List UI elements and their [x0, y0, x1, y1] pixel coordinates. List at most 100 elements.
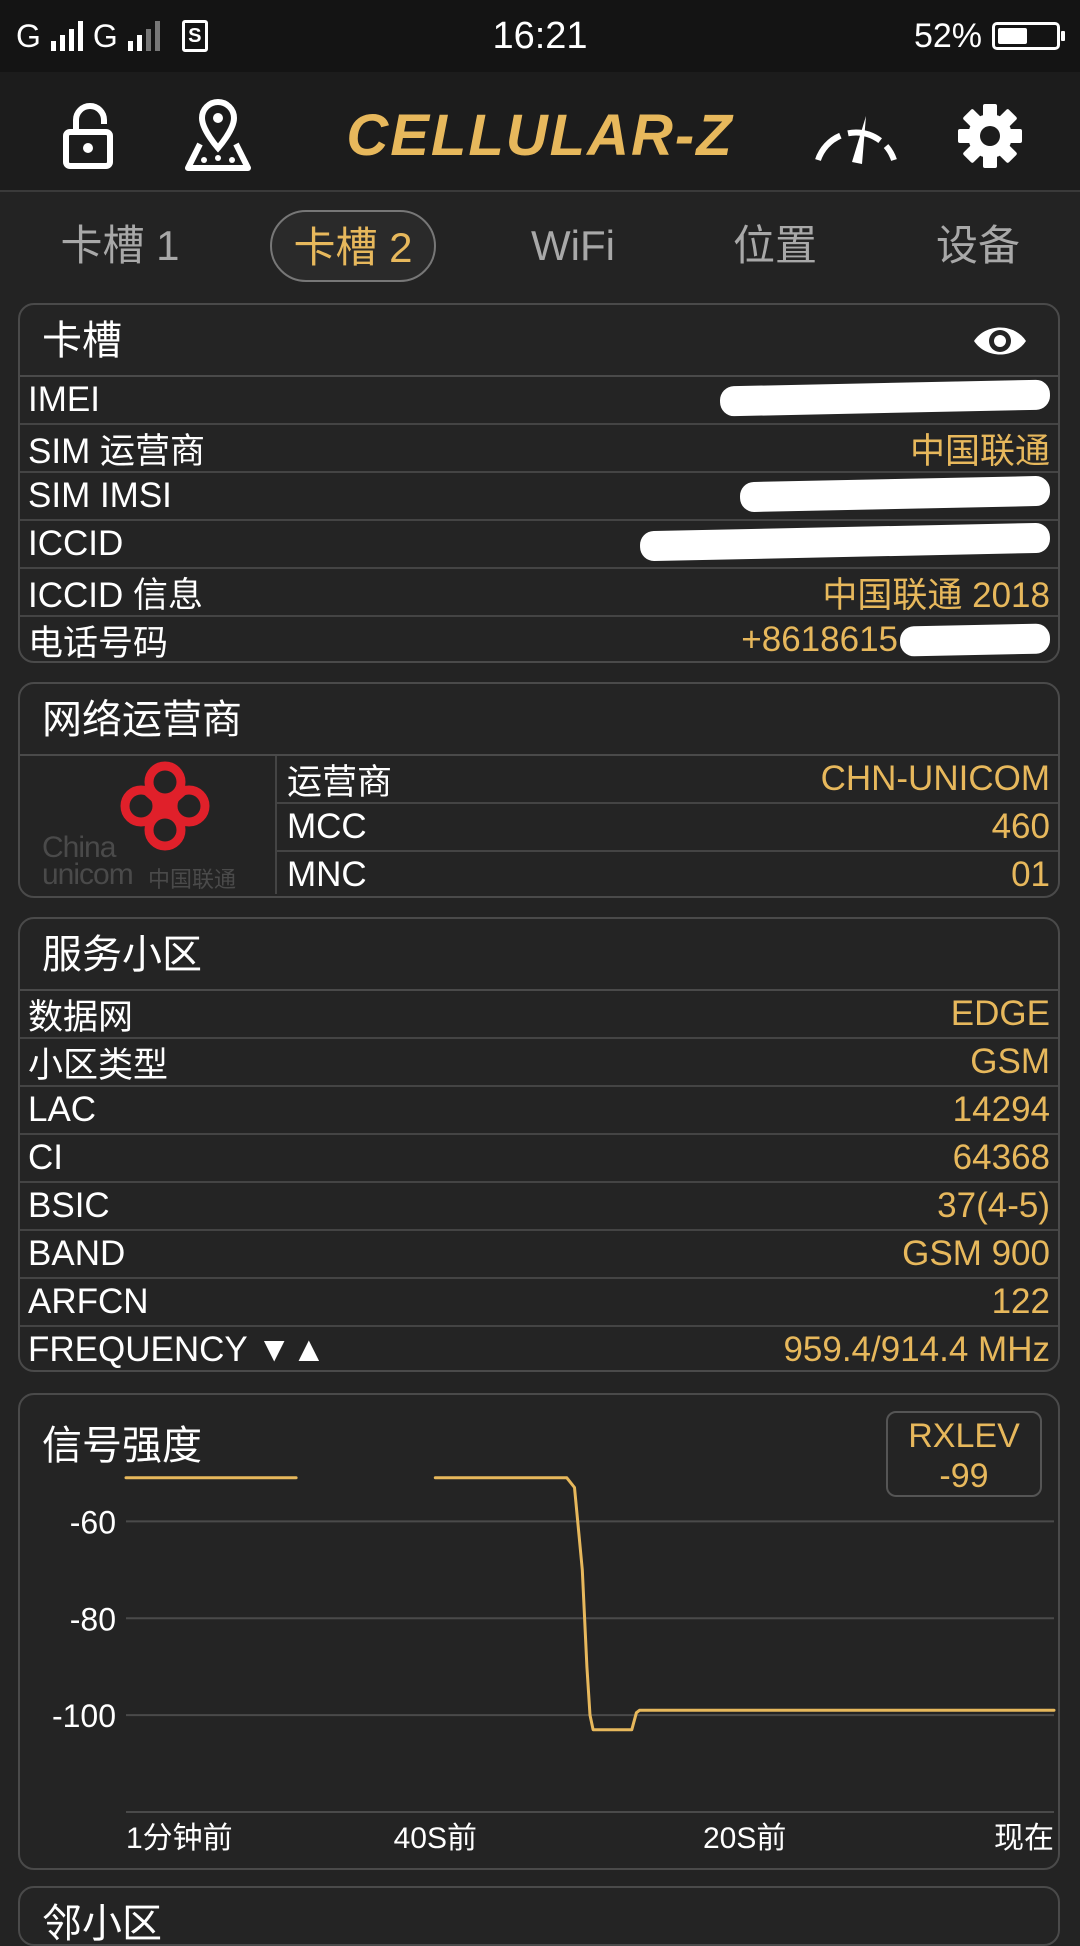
y-tick-label: -80 — [70, 1601, 116, 1637]
arfcn-label: ARFCN — [28, 1282, 149, 1321]
logo-text-cn: 中国联通 — [148, 867, 237, 892]
sim-operator-value: 中国联通 — [909, 431, 1050, 471]
row-mcc: MCC 460 — [277, 804, 1058, 852]
tab-location[interactable]: 位置 — [705, 210, 845, 282]
battery-fill — [998, 28, 1027, 44]
phone-redacted — [899, 623, 1051, 657]
row-ci: CI 64368 — [20, 1135, 1058, 1183]
row-lac: LAC 14294 — [20, 1087, 1058, 1135]
row-operator: 运营商 CHN-UNICOM — [277, 756, 1058, 804]
toolbar: CELLULAR-Z — [0, 72, 1080, 192]
mnc-value: 01 — [1011, 855, 1050, 894]
gear-icon[interactable] — [950, 96, 1030, 176]
operator-value: CHN-UNICOM — [820, 759, 1050, 798]
tab-bar: 卡槽 1 卡槽 2 WiFi 位置 设备 — [0, 192, 1080, 300]
y-tick-label: -100 — [52, 1698, 116, 1734]
ci-value: 64368 — [952, 1138, 1050, 1177]
tab-wifi[interactable]: WiFi — [505, 210, 641, 282]
sim-imsi-label: SIM IMSI — [28, 476, 172, 515]
sim-card-header: 卡槽 — [20, 305, 1058, 377]
bsic-value: 37(4-5) — [937, 1186, 1050, 1225]
neighbor-cell-header: 邻小区 — [20, 1888, 1058, 1946]
band-label: BAND — [28, 1234, 126, 1273]
cell-type-label: 小区类型 — [28, 1045, 169, 1085]
row-mnc: MNC 01 — [277, 852, 1058, 896]
logo-text-unicom: unicom — [42, 858, 134, 891]
iccid-info-label: ICCID 信息 — [28, 575, 204, 615]
row-data-network: 数据网 EDGE — [20, 991, 1058, 1039]
imsi-redacted — [739, 475, 1051, 514]
row-imei: IMEI — [20, 377, 1058, 425]
operator-rows: 运营商 CHN-UNICOM MCC 460 MNC 01 — [277, 756, 1058, 894]
eye-icon[interactable] — [972, 319, 1028, 363]
tab-device[interactable]: 设备 — [908, 210, 1048, 282]
lock-open-icon[interactable] — [50, 96, 130, 176]
row-iccid-info: ICCID 信息 中国联通 2018 — [20, 569, 1058, 617]
imei-redacted — [719, 379, 1051, 418]
row-bsic: BSIC 37(4-5) — [20, 1183, 1058, 1231]
sim-operator-label: SIM 运营商 — [28, 431, 205, 471]
serving-cell-panel: 服务小区 数据网 EDGE 小区类型 GSM LAC 14294 CI 6436… — [18, 917, 1060, 1372]
network-operator-body: China unicom 中国联通 运营商 CHN-UNICOM MCC 460… — [20, 756, 1058, 894]
battery-icon — [992, 22, 1065, 50]
bsic-label: BSIC — [28, 1186, 110, 1225]
row-cell-type: 小区类型 GSM — [20, 1039, 1058, 1087]
neighbor-cell-panel: 邻小区 — [18, 1886, 1060, 1946]
data-network-value: EDGE — [950, 994, 1050, 1033]
x-tick-label: 现在 — [994, 1822, 1054, 1855]
phone-number-prefix: +8618615 — [741, 620, 898, 659]
mnc-label: MNC — [287, 855, 367, 894]
data-network-label: 数据网 — [28, 997, 134, 1037]
row-frequency: FREQUENCY ▼▲ 959.4/914.4 MHz — [20, 1327, 1058, 1370]
neighbor-cell-title: 邻小区 — [42, 1902, 162, 1946]
iccid-info-value: 中国联通 2018 — [822, 575, 1050, 615]
x-tick-label: 40S前 — [394, 1822, 477, 1855]
ci-label: CI — [28, 1138, 63, 1177]
network-operator-panel: 网络运营商 China unicom 中国联通 运营商 CHN-UNICOM M… — [18, 682, 1060, 898]
sim-card-title: 卡槽 — [42, 319, 122, 363]
tab-slot-2[interactable]: 卡槽 2 — [270, 210, 436, 282]
band-value: GSM 900 — [902, 1234, 1050, 1273]
cell-type-value: GSM — [970, 1042, 1050, 1081]
sim-card-panel: 卡槽 IMEI SIM 运营商 中国联通 SIM IMSI ICCID ICCI… — [18, 303, 1060, 663]
status-bar: G G S 16:21 52% — [0, 0, 1080, 72]
network-operator-header: 网络运营商 — [20, 684, 1058, 756]
mcc-label: MCC — [287, 807, 367, 846]
lac-label: LAC — [28, 1090, 97, 1129]
operator-logo: China unicom 中国联通 — [20, 756, 277, 894]
x-tick-label: 20S前 — [703, 1822, 786, 1855]
arfcn-value: 122 — [991, 1282, 1050, 1321]
row-sim-operator: SIM 运营商 中国联通 — [20, 425, 1058, 473]
rxlev-label: RXLEV — [908, 1417, 1020, 1455]
phone-number-label: 电话号码 — [28, 623, 169, 663]
serving-cell-header: 服务小区 — [20, 919, 1058, 991]
rxlev-badge: RXLEV -99 — [886, 1411, 1042, 1497]
row-sim-imsi: SIM IMSI — [20, 473, 1058, 521]
operator-label: 运营商 — [287, 762, 393, 802]
iccid-label: ICCID — [28, 524, 124, 563]
imei-label: IMEI — [28, 380, 100, 419]
tab-slot-1[interactable]: 卡槽 1 — [40, 210, 200, 282]
y-tick-label: -60 — [70, 1504, 116, 1540]
signal-series-line — [433, 1476, 1056, 1732]
map-pin-icon[interactable] — [178, 96, 258, 176]
serving-cell-title: 服务小区 — [42, 933, 202, 977]
mcc-value: 460 — [991, 807, 1050, 846]
row-arfcn: ARFCN 122 — [20, 1279, 1058, 1327]
phone-number-value: +8618615 — [741, 620, 1051, 660]
rxlev-value: -99 — [939, 1457, 989, 1495]
frequency-value: 959.4/914.4 MHz — [783, 1330, 1050, 1369]
row-band: BAND GSM 900 — [20, 1231, 1058, 1279]
x-tick-label: 1分钟前 — [126, 1822, 233, 1855]
network-operator-title: 网络运营商 — [42, 698, 242, 742]
battery-percent: 52% — [913, 16, 982, 55]
status-right: 52% — [913, 14, 1065, 58]
frequency-label: FREQUENCY ▼▲ — [28, 1330, 327, 1369]
speedometer-icon[interactable] — [808, 96, 904, 176]
lac-value: 14294 — [952, 1090, 1050, 1129]
row-phone-number: 电话号码 +8618615 — [20, 617, 1058, 663]
signal-strength-panel: -60 -80 -100 1分钟前 40S前 20S前 现在 信号强度 RXLEV -99 — [18, 1393, 1060, 1870]
app-title: CELLULAR-Z — [346, 103, 734, 168]
iccid-redacted — [639, 522, 1051, 562]
row-iccid: ICCID — [20, 521, 1058, 569]
